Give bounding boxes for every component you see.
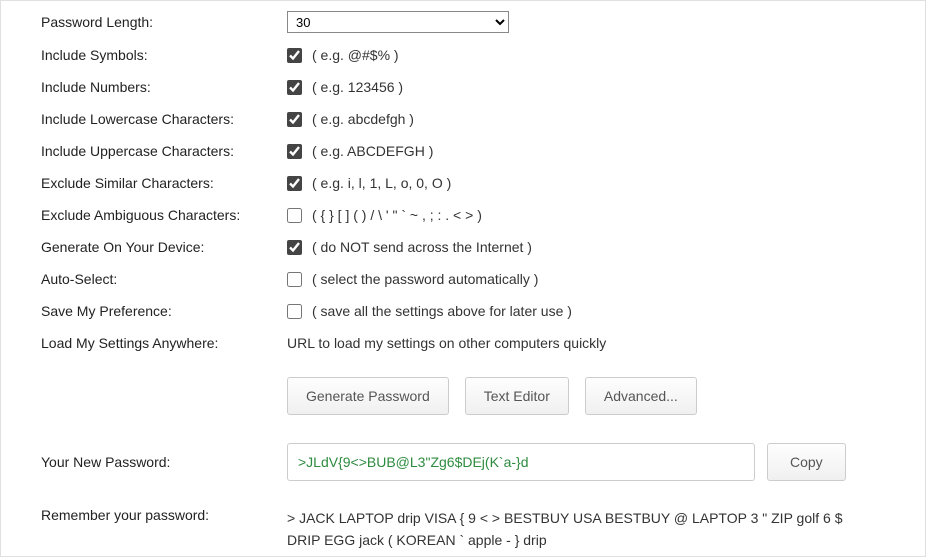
row-load-settings: Load My Settings Anywhere: URL to load m… [41,333,895,353]
hint-generate-on-device: ( do NOT send across the Internet ) [312,239,532,255]
row-include-symbols: Include Symbols: ( e.g. @#$% ) [41,45,895,65]
copy-button[interactable]: Copy [767,443,846,481]
password-generator-panel: Password Length: 30 Include Symbols: ( e… [0,0,926,557]
hint-include-lowercase: ( e.g. abcdefgh ) [312,111,414,127]
exclude-similar-checkbox[interactable] [287,176,302,191]
label-include-uppercase: Include Uppercase Characters: [41,143,287,159]
hint-load-settings: URL to load my settings on other compute… [287,335,606,351]
exclude-ambiguous-checkbox[interactable] [287,208,302,223]
row-include-numbers: Include Numbers: ( e.g. 123456 ) [41,77,895,97]
label-include-lowercase: Include Lowercase Characters: [41,111,287,127]
hint-exclude-similar: ( e.g. i, l, 1, L, o, 0, O ) [312,175,451,191]
include-lowercase-checkbox[interactable] [287,112,302,127]
label-load-settings: Load My Settings Anywhere: [41,335,287,351]
label-include-symbols: Include Symbols: [41,47,287,63]
new-password-input[interactable] [287,443,755,481]
label-generate-on-device: Generate On Your Device: [41,239,287,255]
label-remember-password: Remember your password: [41,507,287,523]
row-generate-on-device: Generate On Your Device: ( do NOT send a… [41,237,895,257]
row-include-lowercase: Include Lowercase Characters: ( e.g. abc… [41,109,895,129]
save-preference-checkbox[interactable] [287,304,302,319]
include-numbers-checkbox[interactable] [287,80,302,95]
label-auto-select: Auto-Select: [41,271,287,287]
advanced-button[interactable]: Advanced... [585,377,697,415]
row-include-uppercase: Include Uppercase Characters: ( e.g. ABC… [41,141,895,161]
row-save-preference: Save My Preference: ( save all the setti… [41,301,895,321]
include-uppercase-checkbox[interactable] [287,144,302,159]
hint-save-preference: ( save all the settings above for later … [312,303,572,319]
label-include-numbers: Include Numbers: [41,79,287,95]
label-password-length: Password Length: [41,14,287,30]
generate-on-device-checkbox[interactable] [287,240,302,255]
label-exclude-similar: Exclude Similar Characters: [41,175,287,191]
row-new-password: Your New Password: Copy [41,443,895,481]
hint-include-uppercase: ( e.g. ABCDEFGH ) [312,143,433,159]
auto-select-checkbox[interactable] [287,272,302,287]
label-new-password: Your New Password: [41,454,287,470]
generate-password-button[interactable]: Generate Password [287,377,449,415]
remember-password-text: > JACK LAPTOP drip VISA { 9 < > BESTBUY … [287,507,877,552]
text-editor-button[interactable]: Text Editor [465,377,569,415]
row-password-length: Password Length: 30 [41,11,895,33]
password-length-select[interactable]: 30 [287,11,509,33]
row-remember-password: Remember your password: > JACK LAPTOP dr… [41,507,895,552]
action-buttons-row: Generate Password Text Editor Advanced..… [41,377,895,415]
hint-auto-select: ( select the password automatically ) [312,271,538,287]
label-save-preference: Save My Preference: [41,303,287,319]
hint-include-numbers: ( e.g. 123456 ) [312,79,403,95]
row-auto-select: Auto-Select: ( select the password autom… [41,269,895,289]
row-exclude-similar: Exclude Similar Characters: ( e.g. i, l,… [41,173,895,193]
hint-exclude-ambiguous: ( { } [ ] ( ) / \ ' " ` ~ , ; : . < > ) [312,207,482,223]
hint-include-symbols: ( e.g. @#$% ) [312,47,399,63]
row-exclude-ambiguous: Exclude Ambiguous Characters: ( { } [ ] … [41,205,895,225]
label-exclude-ambiguous: Exclude Ambiguous Characters: [41,207,287,223]
include-symbols-checkbox[interactable] [287,48,302,63]
